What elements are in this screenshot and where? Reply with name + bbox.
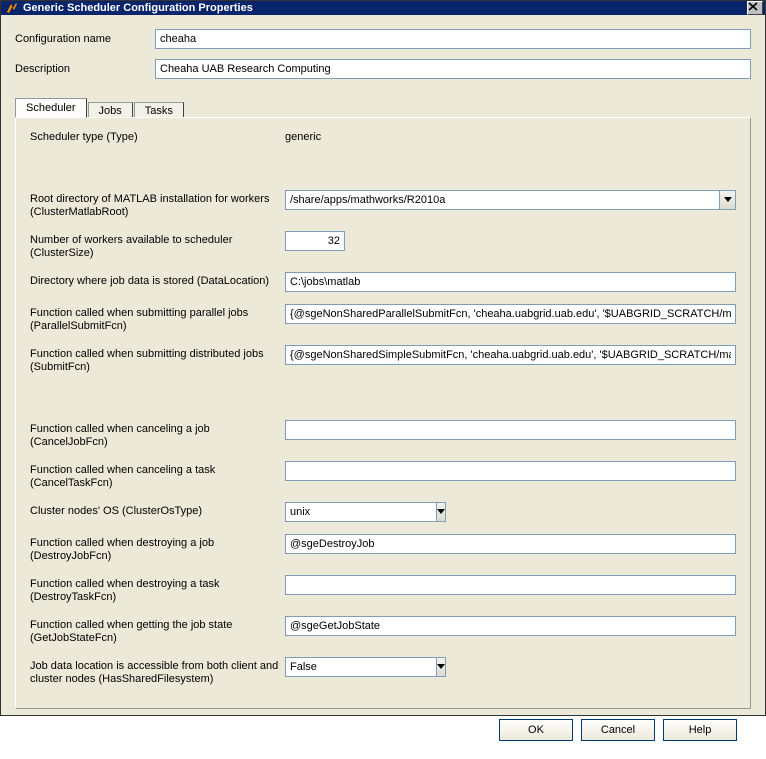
config-name-input[interactable] <box>155 29 751 49</box>
root-label: Root directory of MATLAB installation fo… <box>30 190 285 219</box>
tab-scheduler[interactable]: Scheduler <box>15 98 87 118</box>
destroytask-input[interactable] <box>285 575 736 595</box>
description-input[interactable] <box>155 59 751 79</box>
ok-button[interactable]: OK <box>499 719 573 741</box>
root-input[interactable] <box>285 190 719 210</box>
submit-label: Function called when submitting distribu… <box>30 345 285 374</box>
dialog-window: Generic Scheduler Configuration Properti… <box>0 0 766 716</box>
canceltask-input[interactable] <box>285 461 736 481</box>
sharedfs-input[interactable] <box>285 657 436 677</box>
parallel-input[interactable] <box>285 304 736 324</box>
tabpanel-scheduler: Scheduler type (Type) generic Root direc… <box>15 117 751 709</box>
titlebar: Generic Scheduler Configuration Properti… <box>1 1 765 15</box>
type-label: Scheduler type (Type) <box>30 128 285 144</box>
sharedfs-label: Job data location is accessible from bot… <box>30 657 285 686</box>
tab-strip: Scheduler Jobs Tasks <box>15 97 751 117</box>
submit-input[interactable] <box>285 345 736 365</box>
canceljob-input[interactable] <box>285 420 736 440</box>
destroytask-label: Function called when destroying a task (… <box>30 575 285 604</box>
getstate-label: Function called when getting the job sta… <box>30 616 285 645</box>
getstate-input[interactable] <box>285 616 736 636</box>
destroyjob-label: Function called when destroying a job (D… <box>30 534 285 563</box>
dataloc-label: Directory where job data is stored (Data… <box>30 272 285 288</box>
parallel-label: Function called when submitting parallel… <box>30 304 285 333</box>
workers-input[interactable] <box>285 231 345 251</box>
workers-label: Number of workers available to scheduler… <box>30 231 285 260</box>
description-label: Description <box>15 63 155 75</box>
canceltask-label: Function called when canceling a task (C… <box>30 461 285 490</box>
cancel-button[interactable]: Cancel <box>581 719 655 741</box>
chevron-down-icon[interactable] <box>719 190 736 210</box>
close-button[interactable] <box>747 1 763 15</box>
type-value: generic <box>285 128 321 143</box>
config-name-label: Configuration name <box>15 33 155 45</box>
ostype-input[interactable] <box>285 502 436 522</box>
chevron-down-icon[interactable] <box>436 502 446 522</box>
help-button[interactable]: Help <box>663 719 737 741</box>
app-icon <box>5 1 19 15</box>
sharedfs-combo[interactable] <box>285 657 343 677</box>
window-title: Generic Scheduler Configuration Properti… <box>23 2 747 14</box>
dataloc-input[interactable] <box>285 272 736 292</box>
ostype-combo[interactable] <box>285 502 343 522</box>
ostype-label: Cluster nodes' OS (ClusterOsType) <box>30 502 285 518</box>
footer: OK Cancel Help <box>15 709 751 751</box>
destroyjob-input[interactable] <box>285 534 736 554</box>
content-area: Configuration name Description Scheduler… <box>1 15 765 759</box>
chevron-down-icon[interactable] <box>436 657 446 677</box>
root-combo[interactable] <box>285 190 736 210</box>
canceljob-label: Function called when canceling a job (Ca… <box>30 420 285 449</box>
